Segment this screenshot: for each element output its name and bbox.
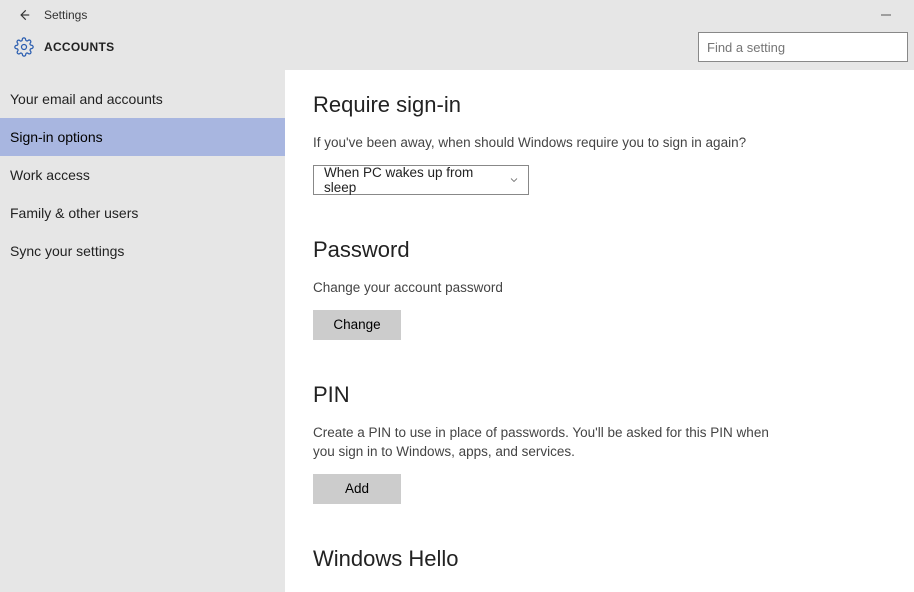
- section-gap: [313, 504, 896, 546]
- body: Your email and accounts Sign-in options …: [0, 70, 914, 592]
- password-desc: Change your account password: [313, 279, 793, 298]
- password-heading: Password: [313, 237, 896, 263]
- page-title: ACCOUNTS: [44, 40, 114, 54]
- sidebar-item-sync-settings[interactable]: Sync your settings: [0, 232, 285, 270]
- change-password-button[interactable]: Change: [313, 310, 401, 340]
- back-button[interactable]: [8, 0, 40, 30]
- sidebar-item-family-users[interactable]: Family & other users: [0, 194, 285, 232]
- section-gap: [313, 340, 896, 382]
- pin-desc: Create a PIN to use in place of password…: [313, 424, 793, 462]
- gear-icon: [14, 37, 34, 57]
- require-signin-desc: If you've been away, when should Windows…: [313, 134, 793, 153]
- sidebar-item-email-accounts[interactable]: Your email and accounts: [0, 80, 285, 118]
- header: ACCOUNTS: [0, 30, 914, 70]
- section-gap: [313, 195, 896, 237]
- back-arrow-icon: [17, 8, 31, 22]
- add-pin-button[interactable]: Add: [313, 474, 401, 504]
- chevron-down-icon: [508, 174, 520, 186]
- require-signin-heading: Require sign-in: [313, 92, 896, 118]
- sidebar-item-signin-options[interactable]: Sign-in options: [0, 118, 285, 156]
- window-title: Settings: [44, 8, 87, 22]
- content: Require sign-in If you've been away, whe…: [285, 70, 914, 592]
- section-gap: [313, 588, 896, 592]
- require-signin-dropdown-value: When PC wakes up from sleep: [324, 165, 508, 195]
- sidebar-item-work-access[interactable]: Work access: [0, 156, 285, 194]
- titlebar: Settings: [0, 0, 914, 30]
- require-signin-dropdown[interactable]: When PC wakes up from sleep: [313, 165, 529, 195]
- minimize-button[interactable]: [866, 0, 906, 30]
- minimize-icon: [880, 9, 892, 21]
- pin-heading: PIN: [313, 382, 896, 408]
- windows-hello-heading: Windows Hello: [313, 546, 896, 572]
- search-input[interactable]: [698, 32, 908, 62]
- settings-gear-icon-container: [8, 37, 40, 57]
- sidebar: Your email and accounts Sign-in options …: [0, 70, 285, 592]
